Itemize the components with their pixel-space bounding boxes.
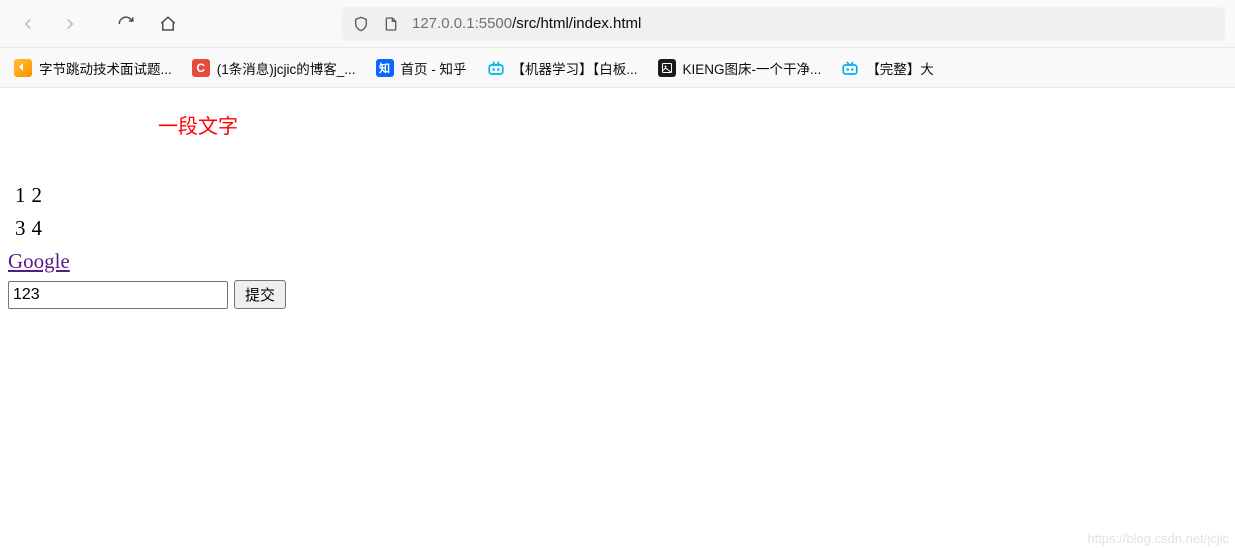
image-host-icon bbox=[658, 59, 676, 77]
bookmark-item[interactable]: KIENG图床-一个干净... bbox=[650, 54, 830, 82]
leetcode-icon bbox=[14, 59, 32, 77]
back-button[interactable] bbox=[10, 6, 46, 42]
forward-button[interactable] bbox=[52, 6, 88, 42]
url-port: :5500 bbox=[475, 15, 513, 32]
bookmark-label: 【完整】大 bbox=[866, 58, 934, 78]
bilibili-icon bbox=[841, 59, 859, 77]
table-row: 3 4 bbox=[12, 212, 45, 245]
bookmark-label: 【机器学习】【白板... bbox=[512, 58, 638, 78]
url-path: /src/html/index.html bbox=[512, 15, 641, 32]
table-cell: 3 bbox=[12, 212, 29, 245]
address-bar[interactable]: 127.0.0.1:5500/src/html/index.html bbox=[342, 7, 1225, 41]
bookmark-item[interactable]: C (1条消息)jcjic的博客_... bbox=[184, 54, 364, 82]
bilibili-icon bbox=[487, 59, 505, 77]
page-info-icon[interactable] bbox=[382, 15, 400, 33]
url-text: 127.0.0.1:5500/src/html/index.html bbox=[412, 15, 641, 32]
bookmark-label: 首页 - 知乎 bbox=[401, 58, 467, 78]
table-row: 1 2 bbox=[12, 179, 45, 212]
bookmark-label: 字节跳动技术面试题... bbox=[39, 58, 172, 78]
data-table: 1 2 3 4 bbox=[12, 179, 45, 245]
csdn-icon: C bbox=[192, 59, 210, 77]
bookmark-label: (1条消息)jcjic的博客_... bbox=[217, 58, 356, 78]
shield-icon bbox=[352, 15, 370, 33]
watermark-text: https://blog.csdn.net/jcjic bbox=[1087, 531, 1229, 546]
bookmark-item[interactable]: 字节跳动技术面试题... bbox=[6, 54, 180, 82]
submit-button[interactable]: 提交 bbox=[234, 280, 286, 309]
table-cell: 1 bbox=[12, 179, 29, 212]
zhihu-icon: 知 bbox=[376, 59, 394, 77]
page-content: 一段文字 1 2 3 4 Google 提交 https://blog.csdn… bbox=[0, 88, 1235, 548]
table-cell: 4 bbox=[29, 212, 46, 245]
reload-button[interactable] bbox=[108, 6, 144, 42]
bookmark-label: KIENG图床-一个干净... bbox=[683, 58, 822, 78]
paragraph-text: 一段文字 bbox=[158, 110, 1227, 139]
home-button[interactable] bbox=[150, 6, 186, 42]
table-cell: 2 bbox=[29, 179, 46, 212]
bookmark-item[interactable]: 【机器学习】【白板... bbox=[479, 54, 646, 82]
google-link[interactable]: Google bbox=[8, 249, 70, 274]
text-input[interactable] bbox=[8, 281, 228, 309]
bookmarks-bar: 字节跳动技术面试题... C (1条消息)jcjic的博客_... 知 首页 -… bbox=[0, 48, 1235, 88]
form-row: 提交 bbox=[8, 280, 1227, 309]
browser-toolbar: 127.0.0.1:5500/src/html/index.html bbox=[0, 0, 1235, 48]
url-host: 127.0.0.1 bbox=[412, 15, 475, 32]
bookmark-item[interactable]: 【完整】大 bbox=[833, 54, 942, 82]
bookmark-item[interactable]: 知 首页 - 知乎 bbox=[368, 54, 475, 82]
